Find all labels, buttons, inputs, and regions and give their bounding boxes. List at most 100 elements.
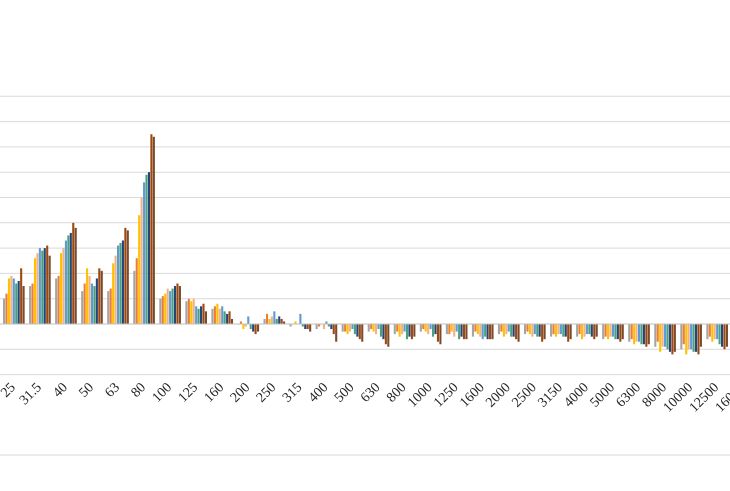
bar-50-s1	[81, 291, 84, 324]
bar-5000-s8	[619, 324, 622, 342]
bar-630-s2	[370, 324, 373, 330]
bar-2000-s9	[517, 324, 520, 342]
bar-50-s8	[98, 268, 101, 324]
bar-2500-s7	[538, 324, 541, 337]
bar-2000-s1	[497, 324, 501, 335]
x-tick-label: 315	[280, 380, 305, 405]
bar-50-s9	[100, 270, 103, 324]
bar-400-s9	[335, 324, 338, 342]
bar-2500-s3	[528, 324, 531, 335]
bar-125-s1	[185, 301, 188, 324]
bar-500-s9	[361, 324, 364, 342]
bar-63-s1	[107, 291, 110, 324]
bar-160-s9	[230, 318, 234, 324]
x-tick-label: 5000	[588, 380, 618, 410]
x-tick-label: 1250	[431, 380, 461, 410]
bar-40-s8	[72, 222, 75, 324]
bar-500-s8	[358, 324, 361, 340]
bar-chart: 2531.5 40 50 63 80 100 125 160 200 250 315 400 500 63…	[0, 95, 730, 456]
bar-2000-s2	[500, 324, 503, 332]
bar-400-s8	[332, 324, 335, 335]
bar-25-s1	[3, 298, 6, 324]
bar-2000-s3	[502, 324, 505, 337]
bar-160-s4	[218, 308, 221, 324]
bar-5000-s6	[614, 324, 617, 340]
bar-12500-s8	[723, 324, 726, 350]
bar-6300-s5	[637, 324, 641, 342]
bar-250-s5	[273, 311, 276, 324]
bar-500-s2	[344, 324, 347, 332]
bar-200-s6	[249, 324, 252, 330]
x-tick-label: 1000	[405, 380, 435, 410]
bar-5000-s2	[604, 324, 607, 337]
bar-1000-s5	[429, 324, 432, 330]
bar-8000-s2	[656, 324, 659, 342]
bar-4000-s9	[595, 324, 598, 337]
bar-2000-s6	[510, 324, 513, 337]
bar-6300-s1	[628, 324, 631, 342]
bar-63-s7	[121, 240, 124, 324]
bar-10000-s6	[692, 324, 695, 352]
bar-2000-s4	[505, 324, 508, 335]
bar-25-s8	[20, 268, 23, 324]
bar-40-s6	[67, 235, 70, 324]
bar-8000-s9	[673, 324, 676, 352]
bar-1250-s1	[445, 324, 448, 335]
bar-250-s2	[265, 313, 269, 324]
bar-63-s9	[126, 230, 129, 324]
bar-40-s1	[55, 278, 58, 324]
bar-10000-s3	[685, 324, 688, 355]
bar-630-s9	[387, 324, 390, 347]
x-tick-label: 63	[103, 380, 124, 401]
bar-6300-s7	[642, 324, 645, 345]
bar-1000-s6	[432, 324, 435, 337]
bar-5000-s1	[602, 324, 605, 340]
bar-80-s2	[135, 258, 138, 324]
bar-40-s5	[64, 240, 67, 324]
bar-100-s5	[169, 291, 172, 324]
x-tick-label: 31.5	[17, 380, 45, 408]
bar-50-s2	[83, 283, 86, 324]
bar-40-s7	[69, 232, 72, 324]
bar-31.5-s8	[46, 245, 49, 324]
bar-2500-s9	[543, 324, 546, 340]
bar-40-s9	[74, 227, 77, 324]
bar-4000-s1	[576, 324, 579, 337]
bar-1250-s6	[458, 324, 461, 340]
bar-5000-s5	[611, 324, 615, 337]
bar-630-s8	[384, 324, 387, 345]
bar-1250-s3	[450, 324, 453, 332]
bar-125-s9	[204, 311, 207, 324]
bar-100-s3	[164, 293, 167, 324]
bar-3150-s5	[559, 324, 562, 335]
x-tick-label: 3150	[535, 380, 565, 410]
bar-50-s4	[88, 275, 91, 324]
bar-2000-s5	[507, 324, 510, 332]
bar-80-s1	[133, 270, 136, 324]
bar-25-s4	[10, 275, 13, 324]
x-tick-label: 1600	[457, 380, 487, 410]
bar-6300-s8	[645, 324, 648, 347]
bar-5000-s4	[609, 324, 612, 337]
bar-31.5-s7	[43, 248, 46, 324]
x-tick-label: 500	[332, 380, 357, 405]
bar-800-s7	[408, 324, 411, 337]
bar-100-s6	[171, 288, 174, 324]
bar-125-s2	[187, 298, 190, 324]
bar-3150-s4	[557, 324, 560, 335]
bar-5000-s3	[607, 324, 610, 340]
bar-1600-s4	[479, 324, 482, 337]
x-tick-labels: 2531.5 40 50 63 80 100 125 160 200 250 315 400 500 63…	[0, 380, 730, 415]
bar-2500-s5	[533, 324, 536, 335]
bar-63-s4	[114, 255, 117, 324]
bar-1250-s8	[462, 324, 466, 340]
bar-160-s6	[223, 311, 226, 324]
bar-800-s4	[401, 324, 404, 335]
bar-10000-s7	[694, 324, 698, 352]
bar-3150-s9	[569, 324, 572, 340]
bar-160-s1	[211, 308, 214, 324]
bar-25-s5	[12, 278, 15, 324]
bar-630-s4	[375, 324, 378, 335]
bar-12500-s3	[711, 324, 714, 342]
bar-100-s4	[166, 288, 169, 324]
